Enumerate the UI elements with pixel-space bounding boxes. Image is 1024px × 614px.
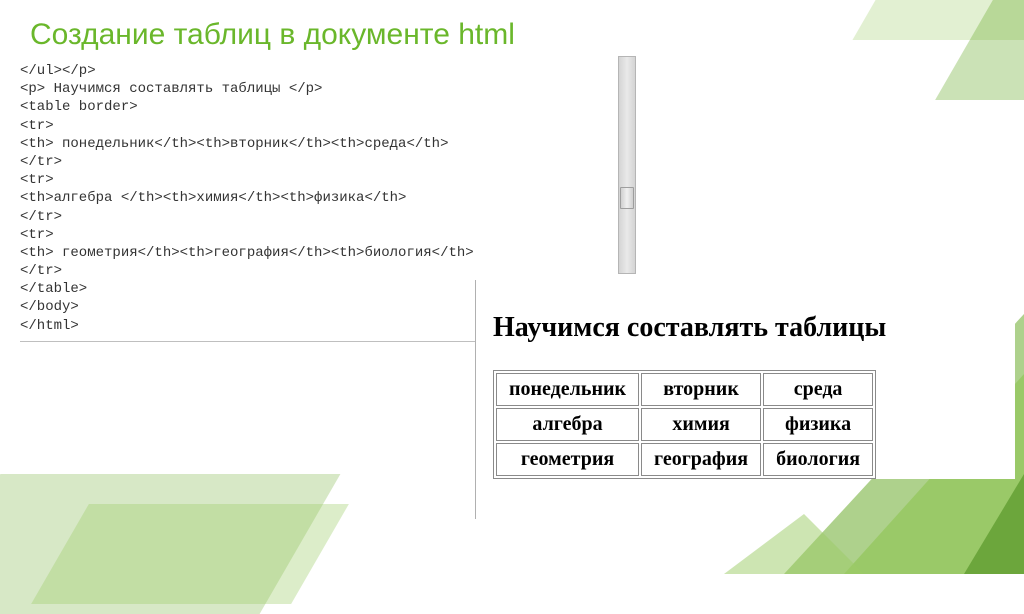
slide-title: Создание таблиц в документе html (0, 0, 1024, 60)
table-row: геометрия география биология (496, 443, 873, 476)
scrollbar-vertical[interactable] (618, 56, 636, 274)
table-cell: география (641, 443, 761, 476)
render-table: понедельник вторник среда алгебра химия … (493, 370, 876, 479)
code-block: </ul></p> <p> Научимся составлять таблиц… (20, 60, 630, 341)
table-cell: биология (763, 443, 873, 476)
code-line: <p> Научимся составлять таблицы </p> (20, 81, 322, 97)
code-line: </html> (20, 318, 79, 334)
code-line: <th> понедельник</th><th>вторник</th><th… (20, 136, 448, 152)
code-line: </tr> (20, 263, 62, 279)
table-row: алгебра химия физика (496, 408, 873, 441)
table-row: понедельник вторник среда (496, 373, 873, 406)
decor-bottom-left-2 (31, 504, 349, 604)
code-line: <th>алгебра </th><th>химия</th><th>физик… (20, 190, 406, 206)
table-cell: вторник (641, 373, 761, 406)
render-heading: Научимся составлять таблицы (493, 312, 1015, 344)
render-panel: Научимся составлять таблицы понедельник … (475, 300, 1015, 479)
table-cell: химия (641, 408, 761, 441)
code-line: <table border> (20, 99, 138, 115)
table-cell: понедельник (496, 373, 639, 406)
scrollbar-thumb[interactable] (620, 187, 634, 209)
code-line: </ul></p> (20, 63, 96, 79)
code-line: <tr> (20, 227, 54, 243)
code-line: <tr> (20, 172, 54, 188)
code-line: </body> (20, 299, 79, 315)
table-cell: физика (763, 408, 873, 441)
table-cell: среда (763, 373, 873, 406)
code-line: </table> (20, 281, 87, 297)
table-cell: геометрия (496, 443, 639, 476)
code-line: </tr> (20, 209, 62, 225)
code-line: <tr> (20, 118, 54, 134)
code-line: <th> геометрия</th><th>география</th><th… (20, 245, 474, 261)
panel-divider (475, 280, 476, 519)
table-cell: алгебра (496, 408, 639, 441)
code-line: </tr> (20, 154, 62, 170)
